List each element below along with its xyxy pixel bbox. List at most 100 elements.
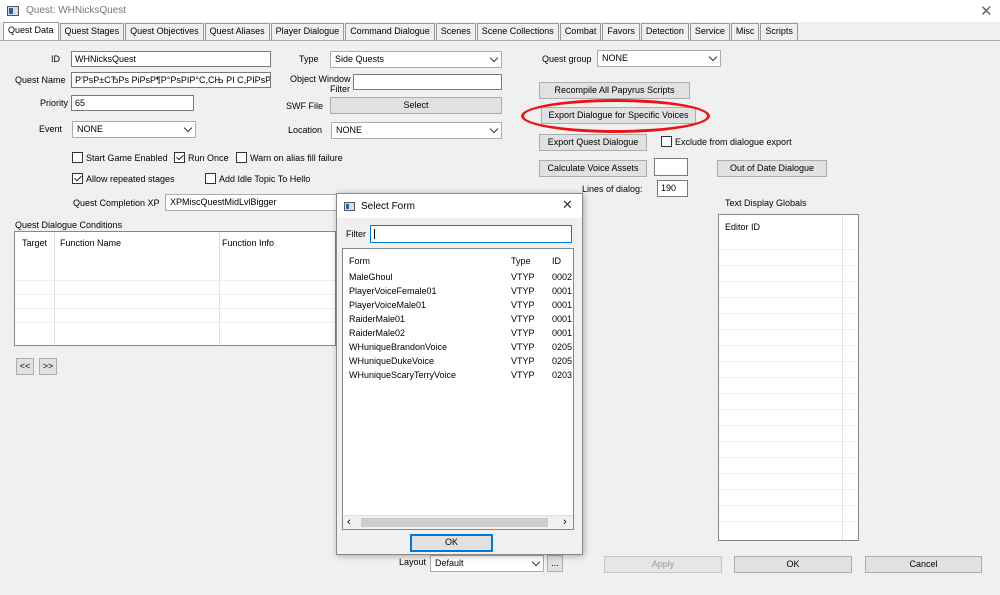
form-list[interactable]: Form Type ID MaleGhoul VTYP 0002 PlayerV… <box>342 248 574 530</box>
chevron-down-icon <box>531 557 541 567</box>
start-game-enabled-checkbox[interactable] <box>72 152 83 163</box>
run-once-checkbox[interactable] <box>174 152 185 163</box>
scroll-right-icon[interactable]: › <box>563 516 567 528</box>
row-divider <box>719 409 858 410</box>
col-form[interactable]: Form <box>349 256 370 266</box>
form-type: VTYP <box>511 272 535 282</box>
tab-favors[interactable]: Favors <box>602 23 640 40</box>
dialog-title-bar: Select Form ✕ <box>337 194 582 218</box>
cancel-button[interactable]: Cancel <box>865 556 982 573</box>
dialog-ok-button[interactable]: OK <box>410 534 493 552</box>
list-item[interactable]: WHuniqueScaryTerryVoice VTYP 0203 <box>343 369 573 383</box>
recompile-scripts-button[interactable]: Recompile All Papyrus Scripts <box>539 82 690 99</box>
tab-command-dialogue[interactable]: Command Dialogue <box>345 23 435 40</box>
tab-combat[interactable]: Combat <box>559 23 602 40</box>
exclude-export-checkbox[interactable] <box>661 136 672 147</box>
col-function-name[interactable]: Function Name <box>60 238 121 248</box>
export-quest-dialogue-button[interactable]: Export Quest Dialogue <box>539 134 647 151</box>
filter-input[interactable] <box>370 225 572 243</box>
list-item[interactable]: PlayerVoiceMale01 VTYP 0001 <box>343 299 573 313</box>
close-icon[interactable]: ✕ <box>562 197 573 213</box>
layout-dropdown[interactable]: Default <box>430 555 544 572</box>
object-window-filter-label: Object Window <box>290 74 351 84</box>
horizontal-scrollbar[interactable]: ‹ › <box>343 515 573 529</box>
prev-button[interactable]: << <box>16 358 34 375</box>
priority-field[interactable]: 65 <box>71 95 194 111</box>
form-name: PlayerVoiceMale01 <box>349 300 427 310</box>
id-field[interactable]: WHNicksQuest <box>71 51 271 67</box>
quest-group-label: Quest group <box>542 54 592 64</box>
object-window-filter-field[interactable] <box>353 74 502 90</box>
col-target[interactable]: Target <box>22 238 47 248</box>
completion-xp-label: Quest Completion XP <box>73 198 160 208</box>
list-item[interactable]: RaiderMale01 VTYP 0001 <box>343 313 573 327</box>
type-label: Type <box>299 54 319 64</box>
select-swf-button[interactable]: Select <box>330 97 502 114</box>
lines-of-dialog-field: 190 <box>657 180 688 197</box>
tab-quest-objectives[interactable]: Quest Objectives <box>125 23 204 40</box>
quest-group-dropdown[interactable]: NONE <box>597 50 721 67</box>
form-id: 0002 <box>552 272 573 282</box>
list-item[interactable]: PlayerVoiceFemale01 VTYP 0001 <box>343 285 573 299</box>
dialog-icon <box>344 202 355 211</box>
col-id[interactable]: ID <box>552 256 561 266</box>
list-item[interactable]: RaiderMale02 VTYP 0001 <box>343 327 573 341</box>
list-item[interactable]: WHuniqueBrandonVoice VTYP 0205 <box>343 341 573 355</box>
tab-quest-data[interactable]: Quest Data <box>3 22 59 41</box>
quest-name-label: Quest Name <box>15 75 66 85</box>
scroll-thumb[interactable] <box>361 518 548 527</box>
tab-quest-stages[interactable]: Quest Stages <box>59 23 125 40</box>
out-of-date-dialogue-button[interactable]: Out of Date Dialogue <box>717 160 827 177</box>
start-game-enabled-label: Start Game Enabled <box>86 153 168 163</box>
tab-quest-aliases[interactable]: Quest Aliases <box>204 23 270 40</box>
tab-detection[interactable]: Detection <box>640 23 689 40</box>
form-name: RaiderMale01 <box>349 314 406 324</box>
event-dropdown[interactable]: NONE <box>72 121 196 138</box>
priority-label: Priority <box>40 98 69 108</box>
form-type: VTYP <box>511 328 535 338</box>
location-label: Location <box>288 125 323 135</box>
layout-more-button[interactable]: ... <box>547 555 563 572</box>
form-id: 0205 <box>552 356 573 366</box>
next-button[interactable]: >> <box>39 358 57 375</box>
tab-misc[interactable]: Misc <box>730 23 760 40</box>
row-divider <box>719 393 858 394</box>
tab-scenes[interactable]: Scenes <box>435 23 476 40</box>
row-divider <box>15 294 335 295</box>
conditions-list[interactable]: Target Function Name Function Info <box>14 231 336 346</box>
tab-scripts[interactable]: Scripts <box>760 23 798 40</box>
calculate-voice-assets-button[interactable]: Calculate Voice Assets <box>539 160 647 177</box>
text-display-globals-list[interactable]: Editor ID <box>718 214 859 541</box>
scroll-left-icon[interactable]: ‹ <box>347 516 351 528</box>
allow-repeated-checkbox[interactable] <box>72 173 83 184</box>
col-type[interactable]: Type <box>511 256 531 266</box>
location-dropdown[interactable]: NONE <box>331 122 502 139</box>
quest-name-field[interactable]: Р'РsР±СЂРs РiРsР¶Р°РsРIР°С,СЊ РІ С,РIРsР <box>71 72 271 88</box>
form-type: VTYP <box>511 370 535 380</box>
filter-label: Filter <box>346 229 366 239</box>
tab-service[interactable]: Service <box>689 23 730 40</box>
close-icon[interactable]: ✕ <box>980 2 993 20</box>
warn-alias-checkbox[interactable] <box>236 152 247 163</box>
tab-player-dialogue[interactable]: Player Dialogue <box>270 23 345 40</box>
completion-xp-dropdown[interactable]: XPMiscQuestMidLvlBigger <box>165 194 340 211</box>
completion-xp-value: XPMiscQuestMidLvlBigger <box>170 197 277 207</box>
row-divider <box>719 297 858 298</box>
row-divider <box>719 377 858 378</box>
row-divider <box>719 329 858 330</box>
col-editor-id[interactable]: Editor ID <box>725 222 760 232</box>
tab-scene-collections[interactable]: Scene Collections <box>476 23 559 40</box>
conditions-label: Quest Dialogue Conditions <box>15 220 123 230</box>
add-idle-topic-label: Add Idle Topic To Hello <box>219 174 311 184</box>
row-divider <box>719 265 858 266</box>
add-idle-topic-checkbox[interactable] <box>205 173 216 184</box>
apply-button[interactable]: Apply <box>604 556 722 573</box>
ok-button[interactable]: OK <box>734 556 852 573</box>
col-function-info[interactable]: Function Info <box>222 238 274 248</box>
quest-group-value: NONE <box>602 53 629 63</box>
list-item[interactable]: WHuniqueDukeVoice VTYP 0205 <box>343 355 573 369</box>
form-name: WHuniqueBrandonVoice <box>349 342 448 352</box>
row-divider <box>719 521 858 522</box>
list-item[interactable]: MaleGhoul VTYP 0002 <box>343 271 573 285</box>
type-dropdown[interactable]: Side Quests <box>330 51 502 68</box>
